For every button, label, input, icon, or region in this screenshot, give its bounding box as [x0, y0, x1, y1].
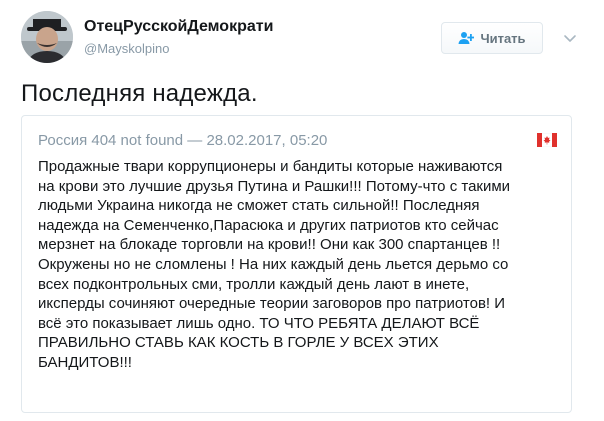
- quoted-text-line: Окружены но не сломлены ! На них каждый …: [38, 255, 509, 273]
- quoted-text-line: на крови это лучшие друзья Путина и Рашк…: [38, 177, 511, 195]
- quoted-text-line: всех подконтрольных сми, тролли каждый д…: [38, 275, 470, 293]
- tweet-text: Последняя надежда.: [21, 80, 258, 107]
- author-name[interactable]: ОтецРусскойДемократи: [84, 18, 273, 36]
- add-user-icon: [458, 31, 475, 45]
- quoted-separator: —: [187, 132, 203, 149]
- quoted-text-line: всё это показывает лишь одно. ТО ЧТО РЕБ…: [38, 314, 480, 332]
- quoted-tweet-header: Россия 404 not found — 28.02.2017, 05:20: [38, 132, 327, 149]
- author-handle[interactable]: @Mayskolpino: [84, 41, 169, 56]
- follow-button-label: Читать: [480, 30, 526, 46]
- follow-button[interactable]: Читать: [441, 22, 543, 54]
- quoted-text-line: людьми Украина никогда не сможет стать с…: [38, 197, 480, 215]
- quoted-text-line: иксперды сочиняют очередные теории загов…: [38, 295, 506, 313]
- avatar[interactable]: [21, 11, 73, 63]
- quoted-author[interactable]: Россия 404 not found: [38, 132, 183, 149]
- quoted-text-line: БАНДИТОВ!!!: [38, 353, 132, 371]
- quoted-text-line: Продажные твари коррупционеры и бандиты …: [38, 158, 503, 175]
- quoted-text-line: надежда на Семенченко,Парасюка и других …: [38, 216, 499, 234]
- quoted-timestamp[interactable]: 28.02.2017, 05:20: [206, 132, 327, 149]
- canada-flag-icon: [536, 132, 558, 148]
- avatar-portrait-icon: [21, 11, 73, 63]
- quoted-tweet-text: Продажные твари коррупционеры и бандиты …: [38, 157, 563, 373]
- chevron-down-icon[interactable]: [562, 30, 578, 46]
- quoted-tweet[interactable]: Россия 404 not found — 28.02.2017, 05:20…: [21, 115, 572, 413]
- quoted-text-line: ПРАВИЛЬНО СТАВЬ КАК КОСТЬ В ГОРЛЕ У ВСЕХ…: [38, 334, 439, 352]
- quoted-text-line: мерзнет на блокаде торговли на крови!! О…: [38, 236, 501, 254]
- tweet: ОтецРусскойДемократи @Mayskolpino Читать…: [0, 0, 604, 421]
